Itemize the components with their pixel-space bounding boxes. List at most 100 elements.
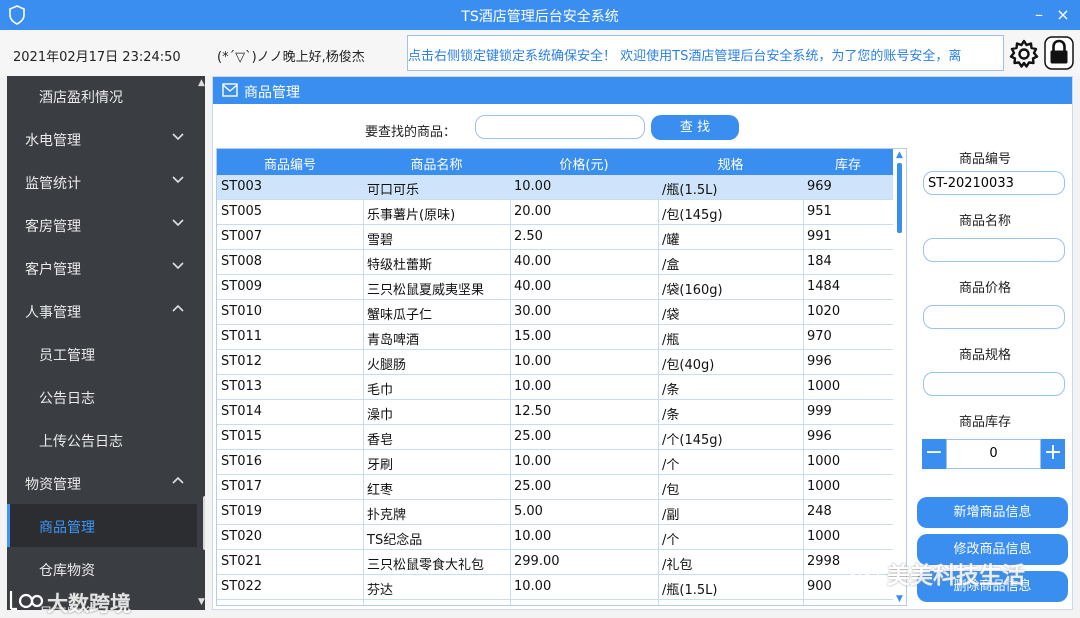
table-row[interactable]: ST014 澡巾 12.50/条 999 [217,400,893,425]
sidebar-item[interactable]: 物资管理 [7,461,197,504]
table-cell: 969 [807,179,832,194]
sidebar-item[interactable]: 商品管理 [7,504,197,547]
sidebar-item[interactable]: 酒店盈利情况 [7,76,197,117]
spec-field[interactable] [923,372,1065,396]
gear-icon[interactable] [1008,38,1040,70]
table-cell: 10.00 [514,179,552,194]
sidebar-item[interactable]: 水电管理 [7,117,197,160]
table-cell: 1000 [807,454,841,469]
column-header[interactable]: 商品编号 [217,154,363,173]
table-row[interactable]: ST022 芬达 10.00/瓶(1.5L) 900 [217,575,893,600]
sidebar-scroll-down-icon[interactable]: ▼ [198,598,205,607]
table-row[interactable]: ST005 乐事薯片(原味) 20.00/包(145g) 951 [217,200,893,225]
table-cell: /个 [662,533,680,548]
search-input[interactable] [475,115,645,139]
column-header[interactable]: 库存 [803,154,893,173]
column-header[interactable]: 商品名称 [363,154,510,173]
close-button[interactable]: × [1052,4,1074,26]
column-header[interactable]: 规格 [658,154,803,173]
table-cell: ST012 [221,354,263,369]
sidebar-scroll-thumb[interactable] [203,496,205,550]
table-row[interactable]: ST017 红枣 25.00/包 1000 [217,475,893,500]
sidebar-item[interactable]: 人事管理 [7,289,197,332]
table-row[interactable]: ST010 蟹味瓜子仁 30.00/袋 1020 [217,300,893,325]
panel-header: 商品管理 [213,77,1072,104]
sidebar-item-label: 人事管理 [25,305,81,321]
greeting-text: (*´▽`)ノノ晚上好,杨俊杰 [217,50,365,65]
app-window: TS酒店管理后台安全系统 – × 2021年02月17日 23:24:50 (*… [0,0,1080,618]
table-cell: 1000 [807,479,841,494]
column-header[interactable]: 价格(元) [510,154,658,173]
id-field[interactable]: ST-20210033 [923,171,1065,195]
sidebar-item[interactable]: 客房管理 [7,203,197,246]
window-title: TS酒店管理后台安全系统 [461,9,619,25]
table-cell: ST014 [221,404,263,419]
table-cell: /袋(160g) [662,283,723,298]
price-field[interactable] [923,305,1065,329]
table-row[interactable]: ST019 扑克牌 5.00/副 248 [217,500,893,525]
table-cell: 1000 [807,529,841,544]
table-cell: 10.00 [514,529,552,544]
table-row[interactable]: ST016 牙刷 10.00/个 1000 [217,450,893,475]
table-scroll-thumb[interactable] [897,163,902,233]
table-cell: ST011 [221,329,263,344]
sidebar-item[interactable]: 公告日志 [7,375,197,418]
table-cell: 抹茶 [367,604,393,605]
table-cell: 特级杜蕾斯 [367,258,433,273]
table-row[interactable]: ST023 抹茶 1000.00/盒 900 [217,600,893,605]
table-cell: ST023 [221,604,262,605]
sidebar-item[interactable]: 客户管理 [7,246,197,289]
table-cell: 2.50 [514,229,543,244]
table-cell: 40.00 [514,254,552,269]
stock-value[interactable]: 0 [946,439,1041,469]
table-cell: 可口可乐 [367,183,420,198]
table-cell: /个(145g) [662,433,723,448]
search-button[interactable]: 查 找 [651,115,739,140]
table-row[interactable]: ST020 TS纪念品 10.00/个 1000 [217,525,893,550]
table-row[interactable]: ST009 三只松鼠夏威夷坚果 40.00/袋(160g) 1484 [217,275,893,300]
table-cell: 25.00 [514,429,552,444]
table-cell: 香皂 [367,433,394,448]
table-row[interactable]: ST008 特级杜蕾斯 40.00/盒 184 [217,250,893,275]
table-cell: 1484 [807,279,841,294]
table-cell: ST005 [221,204,263,219]
lock-icon[interactable] [1044,36,1074,70]
add-product-button[interactable]: 新增商品信息 [917,497,1068,528]
minimize-button[interactable]: – [1028,4,1050,26]
spec-label: 商品规格 [958,348,1011,363]
sidebar-item-label: 公告日志 [39,391,95,407]
table-cell: /个 [662,458,680,473]
table-cell: ST013 [221,379,263,394]
table-row[interactable]: ST015 香皂 25.00/个(145g) 996 [217,425,893,450]
stock-decrement-button[interactable]: − [922,439,946,469]
table-cell: /瓶 [662,333,680,348]
sidebar-item-label: 酒店盈利情况 [39,90,123,106]
sidebar-item[interactable]: 监管统计 [7,160,197,203]
sidebar-item[interactable]: 员工管理 [7,332,197,375]
table-row[interactable]: ST003 可口可乐 10.00/瓶(1.5L) 969 [217,175,893,200]
table-cell: /盒 [662,258,680,273]
table-cell: /条 [662,383,680,398]
table-scroll-up-icon[interactable]: ▲ [896,151,904,160]
table-cell: ST022 [221,579,263,594]
chevron-down-icon [172,219,184,227]
table-row[interactable]: ST007 雪碧 2.50/罐 991 [217,225,893,250]
sidebar-scroll-up-icon[interactable]: ▲ [198,79,205,88]
table-scroll-down-icon[interactable]: ▼ [896,595,904,604]
sidebar-item[interactable]: 上传公告日志 [7,418,197,461]
sidebar-item[interactable]: 仓库物资 [7,547,197,590]
stock-increment-button[interactable]: + [1041,439,1065,469]
id-value: ST-20210033 [928,176,1014,191]
sidebar-nav: 酒店盈利情况水电管理 监管统计 客房管理 客户管理人事管理员工管理公告日志上传公告日志… [7,76,205,610]
table-row[interactable]: ST011 青岛啤酒 15.00/瓶 970 [217,325,893,350]
table-row[interactable]: ST013 毛巾 10.00/条 1000 [217,375,893,400]
table-cell: 三只松鼠零食大礼包 [367,558,485,573]
table-row[interactable]: ST021 三只松鼠零食大礼包 299.00/礼包 2998 [217,550,893,575]
table-cell: ST007 [221,229,263,244]
table-row[interactable]: ST012 火腿肠 10.00/包(40g) 996 [217,350,893,375]
table-scrollbar[interactable]: ▲ ▼ [893,149,906,605]
search-label: 要查找的商品： [365,125,457,140]
table-cell: 乐事薯片(原味) [367,208,456,223]
chevron-down-icon [172,262,184,270]
name-field[interactable] [923,238,1065,262]
